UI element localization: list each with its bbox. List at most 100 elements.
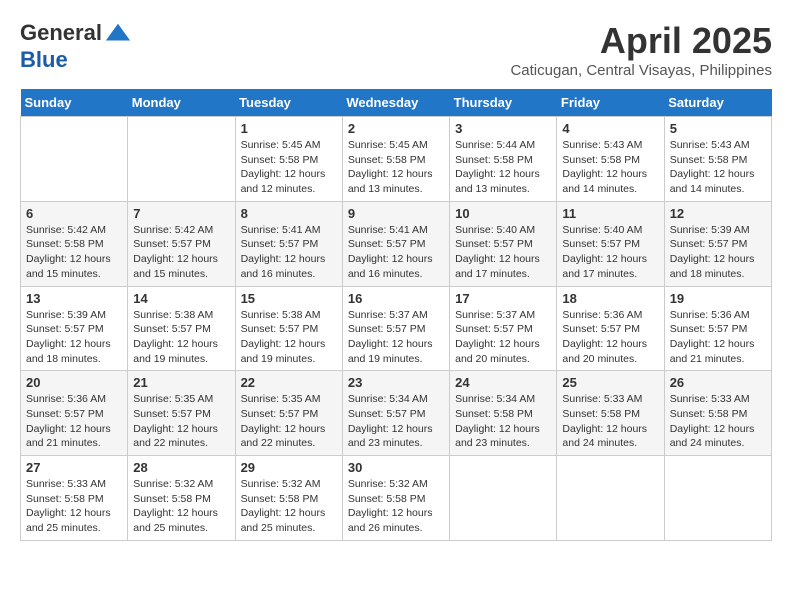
calendar-cell — [128, 117, 235, 202]
day-info: Sunrise: 5:41 AM Sunset: 5:57 PM Dayligh… — [348, 223, 444, 282]
day-number: 9 — [348, 206, 444, 221]
calendar-cell — [450, 456, 557, 541]
calendar-cell: 26 Sunrise: 5:33 AM Sunset: 5:58 PM Dayli… — [664, 371, 771, 456]
day-info: Sunrise: 5:35 AM Sunset: 5:57 PM Dayligh… — [241, 392, 337, 451]
weekday-header-tuesday: Tuesday — [235, 89, 342, 117]
weekday-header-saturday: Saturday — [664, 89, 771, 117]
calendar-cell: 20 Sunrise: 5:36 AM Sunset: 5:57 PM Dayli… — [21, 371, 128, 456]
calendar-cell: 15 Sunrise: 5:38 AM Sunset: 5:57 PM Dayli… — [235, 286, 342, 371]
calendar-cell: 3Sunrise: 5:44 AM Sunset: 5:58 PM Daylig… — [450, 117, 557, 202]
day-info: Sunrise: 5:38 AM Sunset: 5:57 PM Dayligh… — [241, 308, 337, 367]
week-row-3: 20 Sunrise: 5:36 AM Sunset: 5:57 PM Dayli… — [21, 371, 772, 456]
title-block: April 2025 Caticugan, Central Visayas, P… — [510, 20, 772, 79]
day-number: 10 — [455, 206, 551, 221]
calendar-cell: 23Sunrise: 5:34 AM Sunset: 5:57 PM Dayli… — [342, 371, 449, 456]
day-number: 24 — [455, 375, 551, 390]
day-info: Sunrise: 5:39 AM Sunset: 5:57 PM Dayligh… — [670, 223, 766, 282]
month-title: April 2025 — [510, 20, 772, 62]
day-number: 7 — [133, 206, 229, 221]
calendar-cell: 19Sunrise: 5:36 AM Sunset: 5:57 PM Dayli… — [664, 286, 771, 371]
day-info: Sunrise: 5:43 AM Sunset: 5:58 PM Dayligh… — [562, 138, 658, 197]
calendar-cell: 24 Sunrise: 5:34 AM Sunset: 5:58 PM Dayli… — [450, 371, 557, 456]
day-info: Sunrise: 5:32 AM Sunset: 5:58 PM Dayligh… — [348, 477, 444, 536]
day-number: 1 — [241, 121, 337, 136]
day-info: Sunrise: 5:33 AM Sunset: 5:58 PM Dayligh… — [562, 392, 658, 451]
logo-icon — [104, 20, 132, 48]
day-number: 30 — [348, 460, 444, 475]
day-info: Sunrise: 5:42 AM Sunset: 5:58 PM Dayligh… — [26, 223, 122, 282]
day-number: 3 — [455, 121, 551, 136]
calendar-cell: 29 Sunrise: 5:32 AM Sunset: 5:58 PM Dayli… — [235, 456, 342, 541]
day-info: Sunrise: 5:45 AM Sunset: 5:58 PM Dayligh… — [241, 138, 337, 197]
calendar-cell: 5 Sunrise: 5:43 AM Sunset: 5:58 PM Daylig… — [664, 117, 771, 202]
day-number: 20 — [26, 375, 122, 390]
calendar-cell: 8Sunrise: 5:41 AM Sunset: 5:57 PM Daylig… — [235, 201, 342, 286]
week-row-1: 6 Sunrise: 5:42 AM Sunset: 5:58 PM Daylig… — [21, 201, 772, 286]
day-number: 25 — [562, 375, 658, 390]
day-number: 14 — [133, 291, 229, 306]
day-info: Sunrise: 5:36 AM Sunset: 5:57 PM Dayligh… — [26, 392, 122, 451]
day-info: Sunrise: 5:36 AM Sunset: 5:57 PM Dayligh… — [562, 308, 658, 367]
day-number: 27 — [26, 460, 122, 475]
day-info: Sunrise: 5:43 AM Sunset: 5:58 PM Dayligh… — [670, 138, 766, 197]
day-number: 2 — [348, 121, 444, 136]
week-row-0: 1 Sunrise: 5:45 AM Sunset: 5:58 PM Daylig… — [21, 117, 772, 202]
logo-general: General — [20, 20, 102, 45]
day-number: 18 — [562, 291, 658, 306]
calendar-cell: 13Sunrise: 5:39 AM Sunset: 5:57 PM Dayli… — [21, 286, 128, 371]
logo-blue: Blue — [20, 47, 68, 72]
weekday-header-monday: Monday — [128, 89, 235, 117]
calendar-cell: 28 Sunrise: 5:32 AM Sunset: 5:58 PM Dayli… — [128, 456, 235, 541]
logo: General Blue — [20, 20, 132, 72]
day-info: Sunrise: 5:33 AM Sunset: 5:58 PM Dayligh… — [670, 392, 766, 451]
calendar-cell: 25 Sunrise: 5:33 AM Sunset: 5:58 PM Dayli… — [557, 371, 664, 456]
day-number: 28 — [133, 460, 229, 475]
calendar-cell — [557, 456, 664, 541]
calendar-cell — [664, 456, 771, 541]
day-number: 11 — [562, 206, 658, 221]
day-number: 6 — [26, 206, 122, 221]
day-info: Sunrise: 5:40 AM Sunset: 5:57 PM Dayligh… — [562, 223, 658, 282]
calendar-cell: 12Sunrise: 5:39 AM Sunset: 5:57 PM Dayli… — [664, 201, 771, 286]
day-info: Sunrise: 5:45 AM Sunset: 5:58 PM Dayligh… — [348, 138, 444, 197]
day-number: 4 — [562, 121, 658, 136]
calendar-cell: 1 Sunrise: 5:45 AM Sunset: 5:58 PM Daylig… — [235, 117, 342, 202]
calendar-cell: 6 Sunrise: 5:42 AM Sunset: 5:58 PM Daylig… — [21, 201, 128, 286]
calendar-cell: 10 Sunrise: 5:40 AM Sunset: 5:57 PM Dayli… — [450, 201, 557, 286]
week-row-2: 13Sunrise: 5:39 AM Sunset: 5:57 PM Dayli… — [21, 286, 772, 371]
calendar-cell: 17 Sunrise: 5:37 AM Sunset: 5:57 PM Dayli… — [450, 286, 557, 371]
day-info: Sunrise: 5:37 AM Sunset: 5:57 PM Dayligh… — [455, 308, 551, 367]
day-info: Sunrise: 5:42 AM Sunset: 5:57 PM Dayligh… — [133, 223, 229, 282]
week-row-4: 27Sunrise: 5:33 AM Sunset: 5:58 PM Dayli… — [21, 456, 772, 541]
day-number: 26 — [670, 375, 766, 390]
day-info: Sunrise: 5:32 AM Sunset: 5:58 PM Dayligh… — [241, 477, 337, 536]
day-number: 29 — [241, 460, 337, 475]
day-number: 21 — [133, 375, 229, 390]
day-info: Sunrise: 5:32 AM Sunset: 5:58 PM Dayligh… — [133, 477, 229, 536]
weekday-header-sunday: Sunday — [21, 89, 128, 117]
weekday-header-row: SundayMondayTuesdayWednesdayThursdayFrid… — [21, 89, 772, 117]
day-number: 22 — [241, 375, 337, 390]
day-number: 5 — [670, 121, 766, 136]
calendar-cell: 18 Sunrise: 5:36 AM Sunset: 5:57 PM Dayli… — [557, 286, 664, 371]
day-info: Sunrise: 5:40 AM Sunset: 5:57 PM Dayligh… — [455, 223, 551, 282]
calendar-cell: 7 Sunrise: 5:42 AM Sunset: 5:57 PM Daylig… — [128, 201, 235, 286]
calendar-cell — [21, 117, 128, 202]
calendar-cell: 30 Sunrise: 5:32 AM Sunset: 5:58 PM Dayli… — [342, 456, 449, 541]
calendar-table: SundayMondayTuesdayWednesdayThursdayFrid… — [20, 89, 772, 541]
day-number: 19 — [670, 291, 766, 306]
day-number: 13 — [26, 291, 122, 306]
calendar-cell: 2 Sunrise: 5:45 AM Sunset: 5:58 PM Daylig… — [342, 117, 449, 202]
weekday-header-wednesday: Wednesday — [342, 89, 449, 117]
day-info: Sunrise: 5:34 AM Sunset: 5:57 PM Dayligh… — [348, 392, 444, 451]
calendar-cell: 27Sunrise: 5:33 AM Sunset: 5:58 PM Dayli… — [21, 456, 128, 541]
calendar-cell: 14 Sunrise: 5:38 AM Sunset: 5:57 PM Dayli… — [128, 286, 235, 371]
day-info: Sunrise: 5:38 AM Sunset: 5:57 PM Dayligh… — [133, 308, 229, 367]
day-number: 8 — [241, 206, 337, 221]
day-info: Sunrise: 5:37 AM Sunset: 5:57 PM Dayligh… — [348, 308, 444, 367]
day-number: 17 — [455, 291, 551, 306]
weekday-header-thursday: Thursday — [450, 89, 557, 117]
day-number: 15 — [241, 291, 337, 306]
day-info: Sunrise: 5:34 AM Sunset: 5:58 PM Dayligh… — [455, 392, 551, 451]
page-header: General Blue April 2025 Caticugan, Centr… — [20, 20, 772, 79]
